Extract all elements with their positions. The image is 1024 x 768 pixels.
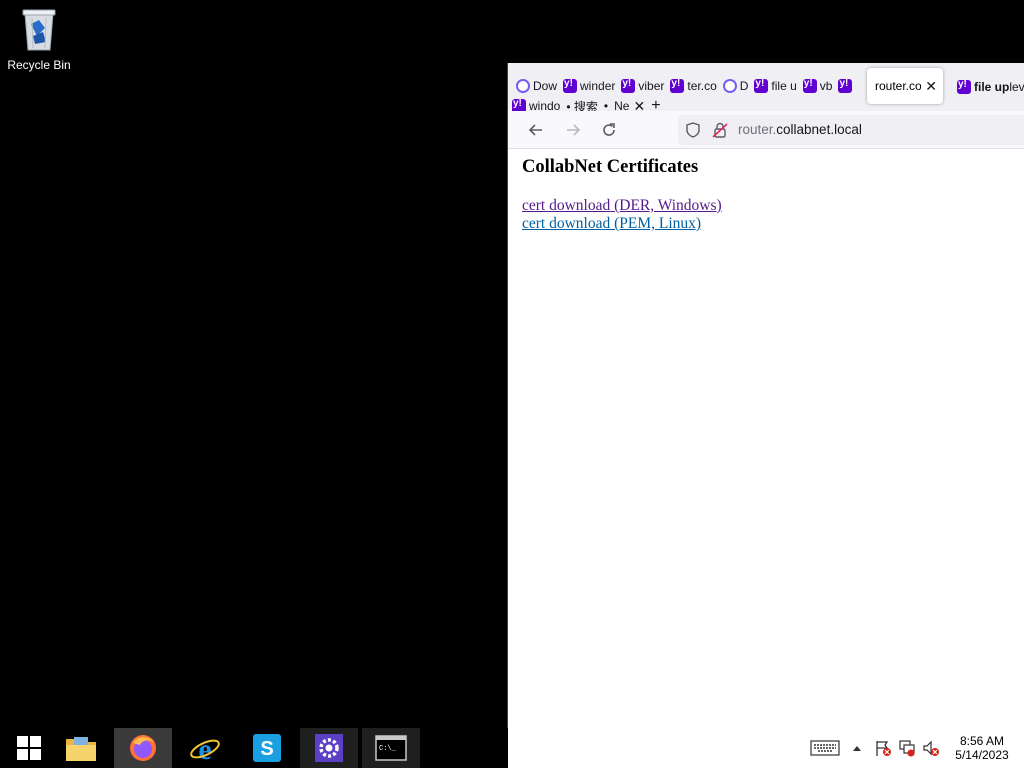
page-heading: CollabNet Certificates <box>522 157 699 177</box>
close-tab-icon[interactable]: ✕ <box>925 78 937 95</box>
viber-icon <box>516 79 530 93</box>
page-content: CollabNet Certificates cert download (DE… <box>508 149 1024 728</box>
tab-label: windo <box>529 99 561 111</box>
tab[interactable]: • 搜索 <box>564 96 600 112</box>
command-prompt-button[interactable]: C:\_ <box>362 728 420 768</box>
tab-label: ter.co <box>687 79 717 93</box>
forward-arrow-icon <box>567 124 581 136</box>
tab[interactable]: ter.co <box>668 76 718 96</box>
folder-icon <box>66 737 96 761</box>
tab[interactable]: viber <box>619 76 666 96</box>
active-tab[interactable]: router.co ✕ <box>867 68 943 104</box>
yahoo-icon <box>512 98 526 111</box>
tab-label: winder <box>580 79 616 93</box>
clock-date: 5/14/2023 <box>955 748 1009 762</box>
firefox-window: Dow winder viber ter.co D file u vb wind… <box>507 63 1024 728</box>
svg-text:e: e <box>198 733 211 764</box>
tab-row-1: Dow winder viber ter.co D file u vb <box>514 75 859 97</box>
internet-explorer-icon: e <box>190 733 220 764</box>
touch-keyboard-icon[interactable] <box>809 738 841 758</box>
reload-icon <box>603 123 615 136</box>
cert-download-der-link[interactable]: cert download (DER, Windows) <box>522 197 722 215</box>
tab[interactable]: file u <box>752 76 798 96</box>
recycle-bin-icon <box>19 6 59 52</box>
url-domain: collabnet.local <box>776 122 862 137</box>
active-tab-label: router.co <box>875 79 922 93</box>
tab-row-right: file uplev <box>955 76 1024 98</box>
tab-label: file up <box>974 80 1010 94</box>
yahoo-icon <box>957 79 971 94</box>
tab[interactable]: Ne ✕ <box>612 96 647 112</box>
internet-explorer-button[interactable]: e <box>176 728 234 768</box>
recycle-bin-shortcut[interactable]: Recycle Bin <box>6 6 72 72</box>
tab-row-2: windo • 搜索 • Ne✕ + <box>510 95 665 111</box>
tab-label: file u <box>771 79 797 93</box>
url-text[interactable]: router.collabnet.local <box>738 122 862 137</box>
insecure-lock-icon[interactable] <box>711 121 729 139</box>
new-tab-button[interactable]: + <box>649 96 662 111</box>
tab-label: Ne <box>614 99 630 111</box>
firefox-icon <box>130 735 156 761</box>
start-button[interactable] <box>0 728 58 768</box>
viber-icon <box>722 79 737 93</box>
windows-logo-icon <box>17 736 41 760</box>
tab-label: lev <box>1009 80 1024 94</box>
yahoo-icon <box>802 78 817 93</box>
command-prompt-icon: C:\_ <box>375 735 407 761</box>
network-icon[interactable] <box>896 738 918 758</box>
tab[interactable] <box>836 76 857 96</box>
taskbar: e S C:\_ 8:56 AM 5/14/2023 <box>0 728 1024 768</box>
tab[interactable]: vb <box>801 76 835 96</box>
clock-time: 8:56 AM <box>959 734 1005 748</box>
svg-text:C:\_: C:\_ <box>379 745 397 753</box>
yahoo-icon <box>838 78 853 93</box>
reload-button[interactable] <box>595 116 623 144</box>
back-button[interactable] <box>522 116 550 144</box>
skype-button[interactable]: S <box>238 728 296 768</box>
tab[interactable]: • <box>602 96 610 111</box>
yahoo-icon <box>754 78 769 93</box>
settings-taskbar-button[interactable] <box>300 728 358 768</box>
file-explorer-button[interactable] <box>52 728 110 768</box>
recycle-bin-label: Recycle Bin <box>7 58 71 72</box>
tab-label: • 搜索 <box>566 99 598 112</box>
system-clock[interactable]: 8:56 AM 5/14/2023 <box>940 734 1024 762</box>
show-hidden-icons-chevron-icon[interactable] <box>850 738 864 758</box>
action-center-flag-icon[interactable] <box>872 738 894 758</box>
firefox-taskbar-button[interactable] <box>114 728 172 768</box>
gear-icon <box>315 734 343 762</box>
tab-label: Dow <box>533 79 558 93</box>
tab-strip: Dow winder viber ter.co D file u vb wind… <box>508 63 1024 111</box>
forward-button[interactable] <box>559 116 587 144</box>
tab-label: • <box>603 99 609 111</box>
tab[interactable]: D <box>721 76 751 96</box>
skype-icon: S <box>253 734 281 762</box>
tab-label: viber <box>638 79 665 93</box>
tracking-shield-icon[interactable] <box>684 121 702 139</box>
url-bar[interactable]: router.collabnet.local <box>678 115 1024 145</box>
back-arrow-icon <box>528 124 542 136</box>
svg-text:S: S <box>260 738 273 760</box>
yahoo-icon <box>621 78 636 93</box>
tab[interactable]: windo <box>510 96 562 111</box>
tab-label: D <box>739 79 749 93</box>
tab-label: vb <box>819 79 833 93</box>
close-icon[interactable]: ✕ <box>633 98 645 112</box>
tab[interactable]: Dow <box>514 76 559 96</box>
url-subdomain: router. <box>738 122 777 137</box>
volume-muted-icon[interactable] <box>920 738 942 758</box>
yahoo-icon <box>563 78 578 93</box>
yahoo-icon <box>670 78 685 93</box>
tab[interactable]: file uplev <box>955 77 1024 97</box>
navigation-toolbar: router.collabnet.local <box>508 111 1024 149</box>
tab[interactable]: winder <box>561 76 617 96</box>
cert-download-pem-link[interactable]: cert download (PEM, Linux) <box>522 215 701 233</box>
